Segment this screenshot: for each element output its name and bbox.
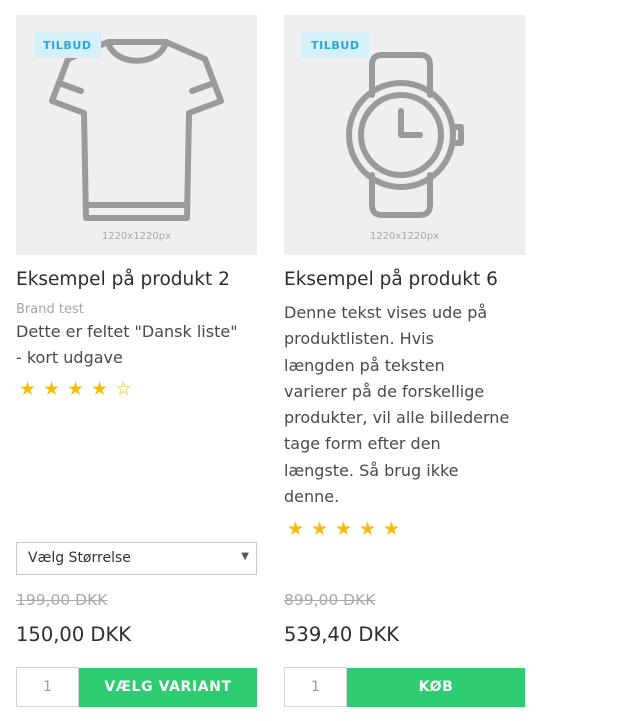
description-line: produktlisten. Hvis [284, 329, 434, 349]
product-image[interactable]: TILBUD 1220x1220px [284, 15, 525, 255]
old-price: 899,00 DKK [284, 591, 376, 609]
product-title[interactable]: Eksempel på produkt 2 [16, 269, 230, 290]
image-dimensions: 1220x1220px [369, 231, 440, 242]
description-line: - kort udgave [16, 348, 123, 368]
quantity-input[interactable]: 1 [284, 667, 347, 707]
description-line: Dette er feltet "Dansk liste" [16, 322, 238, 341]
description-line: længste. Så brug ikke [284, 460, 459, 480]
description-line: varierer på de forskellige [284, 381, 485, 401]
old-price: 199,00 DKK [16, 591, 108, 609]
product-card: TILBUD 1220x1220px Eksempel på produkt 2… [16, 15, 257, 715]
rating-stars: ★★★★☆ [16, 378, 136, 400]
star-filled-icon: ★ [19, 378, 43, 400]
description-line: denne. [284, 487, 340, 507]
sale-badge: TILBUD [302, 32, 369, 58]
description-line: Denne tekst vises ude på [284, 303, 488, 322]
star-filled-icon: ★ [311, 518, 335, 540]
star-filled-icon: ★ [359, 518, 383, 540]
product-title[interactable]: Eksempel på produkt 6 [284, 269, 498, 290]
product-description: Denne tekst vises ude på produktlisten. … [284, 300, 529, 510]
choose-variant-button[interactable]: VÆLG VARIANT [79, 668, 257, 707]
buy-button[interactable]: KØB [347, 668, 525, 707]
size-select-label: Vælg Størrelse [28, 550, 131, 566]
description-line: længden på teksten [284, 355, 445, 375]
brand-label: Brand test [16, 302, 84, 317]
star-filled-icon: ★ [67, 378, 91, 400]
caret-down-icon: ▼ [241, 551, 249, 562]
product-image[interactable]: TILBUD 1220x1220px [16, 15, 257, 255]
current-price: 150,00 DKK [16, 623, 132, 646]
star-filled-icon: ★ [287, 518, 311, 540]
size-select[interactable]: Vælg Størrelse ▼ [16, 542, 257, 575]
current-price: 539,40 DKK [284, 623, 400, 646]
quantity-input[interactable]: 1 [16, 667, 79, 707]
star-filled-icon: ★ [335, 518, 359, 540]
rating-stars: ★★★★★ [284, 518, 404, 540]
star-filled-icon: ★ [383, 518, 407, 540]
description-line: tage form efter den [284, 434, 441, 454]
star-filled-icon: ★ [91, 378, 115, 400]
sale-badge: TILBUD [34, 32, 101, 58]
star-empty-icon: ☆ [115, 378, 139, 400]
description-line: produkter, vil alle billederne [284, 408, 510, 428]
product-card: TILBUD 1220x1220px Eksempel på produkt 6… [284, 15, 525, 715]
product-description: Dette er feltet "Dansk liste" - kort udg… [16, 319, 261, 372]
image-dimensions: 1220x1220px [101, 231, 172, 242]
star-filled-icon: ★ [43, 378, 67, 400]
